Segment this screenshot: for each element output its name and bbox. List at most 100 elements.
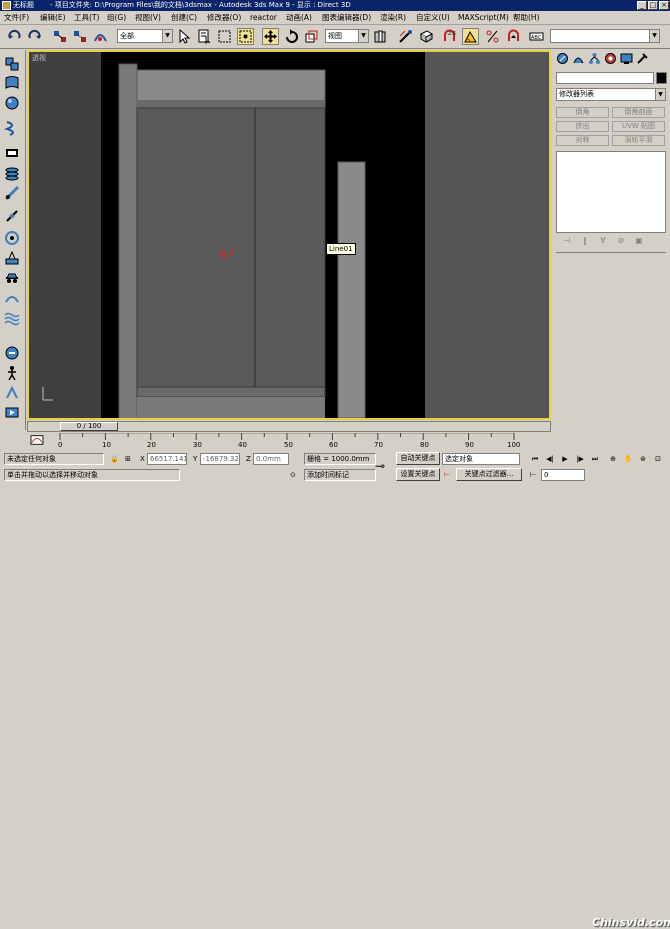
extrude-button[interactable]: 挤出 xyxy=(556,121,609,132)
configure-sets-icon[interactable]: ▣ xyxy=(632,236,646,248)
menu-graph-editors[interactable]: 图表编辑器(D) xyxy=(322,11,371,25)
menu-animation[interactable]: 动画(A) xyxy=(286,11,312,25)
select-and-scale-button[interactable] xyxy=(303,28,320,45)
key-mode-toggle-icon[interactable]: ⊢ xyxy=(526,469,540,481)
menu-views[interactable]: 视图(V) xyxy=(135,11,161,25)
key-mode-icon[interactable]: ⊢ xyxy=(444,469,450,481)
menu-group[interactable]: 组(G) xyxy=(107,11,126,25)
select-and-link-button[interactable] xyxy=(52,28,69,45)
time-slider[interactable]: 0 / 100 xyxy=(27,421,551,432)
maximize-viewport-icon[interactable]: ⊡ xyxy=(651,453,665,465)
toy-car-button[interactable] xyxy=(4,270,22,287)
rigid-body-collection-button[interactable] xyxy=(4,56,22,73)
go-to-start-icon[interactable]: ⏮ xyxy=(528,453,542,465)
next-frame-icon[interactable]: |▶ xyxy=(573,453,587,465)
select-and-move-button[interactable] xyxy=(262,28,279,45)
window-crossing-button[interactable] xyxy=(237,28,254,45)
auto-key-button[interactable]: 自动关键点 xyxy=(396,452,440,465)
track-bar[interactable]: 0 10 20 30 40 50 60 70 80 90 100 xyxy=(26,433,552,450)
add-time-tag-button[interactable]: 添加时间标记 xyxy=(304,469,376,481)
display-tab[interactable] xyxy=(620,52,635,67)
unlink-selection-button[interactable] xyxy=(72,28,89,45)
percent-snap-toggle-button[interactable] xyxy=(484,28,501,45)
constraint-solver-button[interactable] xyxy=(4,345,22,362)
viewport-label[interactable]: 透视 xyxy=(32,53,46,63)
modifier-list-dropdown[interactable]: 修改器列表 ▼ xyxy=(556,88,666,101)
absolute-mode-icon[interactable]: ⊞ xyxy=(125,453,131,465)
menu-customize[interactable]: 自定义(U) xyxy=(416,11,450,25)
menu-reactor[interactable]: reactor xyxy=(250,11,277,25)
spinner-snap-toggle-button[interactable] xyxy=(505,28,522,45)
wind-button[interactable] xyxy=(4,250,22,267)
named-selection-dropdown[interactable]: ▼ xyxy=(550,29,660,43)
fracture-button[interactable] xyxy=(4,290,22,307)
selection-filter-dropdown[interactable]: 全部 ▼ xyxy=(117,29,173,43)
undo-button[interactable] xyxy=(6,28,23,45)
current-frame-field[interactable]: 0 xyxy=(541,469,585,481)
symmetry-button[interactable]: 对称 xyxy=(556,135,609,146)
make-unique-icon[interactable]: ∀ xyxy=(596,236,610,248)
angle-snap-toggle-button[interactable] xyxy=(462,28,479,45)
show-end-result-icon[interactable]: ‖ xyxy=(578,236,592,248)
object-color-swatch[interactable] xyxy=(656,72,667,84)
menu-help[interactable]: 帮助(H) xyxy=(513,11,540,25)
create-tab[interactable] xyxy=(556,52,571,67)
dashpot-button[interactable] xyxy=(4,208,22,225)
close-button[interactable]: × xyxy=(659,1,669,10)
zoom-icon[interactable]: ⊕ xyxy=(606,453,620,465)
x-coord-field[interactable]: 66517.141 xyxy=(147,453,187,465)
edit-named-selection-button[interactable]: ABC xyxy=(528,28,545,45)
motor-button[interactable] xyxy=(4,230,22,247)
menu-tools[interactable]: 工具(T) xyxy=(74,11,99,25)
maximize-button[interactable]: □ xyxy=(648,1,658,10)
reference-coordinate-dropdown[interactable]: 视图 ▼ xyxy=(325,29,369,43)
set-key-button[interactable]: 设置关键点 xyxy=(396,468,440,481)
utilities-tab[interactable] xyxy=(636,52,651,67)
redo-button[interactable] xyxy=(26,28,43,45)
menu-edit[interactable]: 编辑(E) xyxy=(40,11,66,25)
hinge-button[interactable] xyxy=(4,385,22,402)
select-and-manipulate-button[interactable] xyxy=(397,28,414,45)
lock-selection-icon[interactable]: 🔒 xyxy=(110,453,119,465)
time-tag-icon[interactable]: ⊙ xyxy=(290,469,296,481)
hierarchy-tab[interactable] xyxy=(588,52,603,67)
modify-tab[interactable] xyxy=(572,52,587,67)
key-filters-button[interactable]: 关键点过滤器... xyxy=(456,468,522,481)
rectangular-selection-button[interactable] xyxy=(216,28,233,45)
remove-modifier-icon[interactable]: ⊘ xyxy=(614,236,628,248)
open-mini-curve-editor-button[interactable] xyxy=(30,434,46,448)
bevel-button[interactable]: 倒角 xyxy=(556,107,609,118)
bind-to-space-warp-button[interactable] xyxy=(92,28,109,45)
key-icon[interactable]: ⊸ xyxy=(375,460,385,472)
minimize-button[interactable]: _ xyxy=(637,1,647,10)
menu-rendering[interactable]: 渲染(R) xyxy=(380,11,406,25)
bevel-profile-button[interactable]: 倒角剖面 xyxy=(612,107,665,118)
previous-frame-icon[interactable]: ◀| xyxy=(543,453,557,465)
deforming-mesh-button[interactable] xyxy=(4,145,22,162)
soft-body-collection-button[interactable] xyxy=(4,95,22,112)
perspective-viewport[interactable]: 透视 窗户 Line01 xyxy=(27,50,551,420)
spring-button[interactable] xyxy=(4,185,22,202)
menu-file[interactable]: 文件(F) xyxy=(4,11,29,25)
y-coord-field[interactable]: -16879.32 xyxy=(200,453,240,465)
preview-animation-button[interactable] xyxy=(4,405,22,422)
modifier-stack[interactable] xyxy=(556,151,666,233)
pivot-center-button[interactable] xyxy=(372,28,389,45)
snaps-toggle-button[interactable]: 2.5 xyxy=(441,28,458,45)
plane-button[interactable] xyxy=(4,165,22,182)
turbosmooth-button[interactable]: 涡轮平滑 xyxy=(612,135,665,146)
menu-create[interactable]: 创建(C) xyxy=(171,11,197,25)
ragdoll-button[interactable] xyxy=(4,365,22,382)
water-button[interactable] xyxy=(4,310,22,327)
cloth-collection-button[interactable] xyxy=(4,75,22,92)
select-object-button[interactable] xyxy=(176,28,193,45)
z-coord-field[interactable]: 0.0mm xyxy=(253,453,289,465)
pin-stack-icon[interactable]: ⊣ xyxy=(560,236,574,248)
play-icon[interactable]: ▶ xyxy=(558,453,572,465)
uvw-map-button[interactable]: UVW 贴图 xyxy=(612,121,665,132)
object-name-field[interactable] xyxy=(556,72,654,84)
go-to-end-icon[interactable]: ⏭ xyxy=(588,453,602,465)
menu-maxscript[interactable]: MAXScript(M) xyxy=(458,11,509,25)
motion-tab[interactable] xyxy=(604,52,619,67)
menu-modifiers[interactable]: 修改器(O) xyxy=(207,11,241,25)
